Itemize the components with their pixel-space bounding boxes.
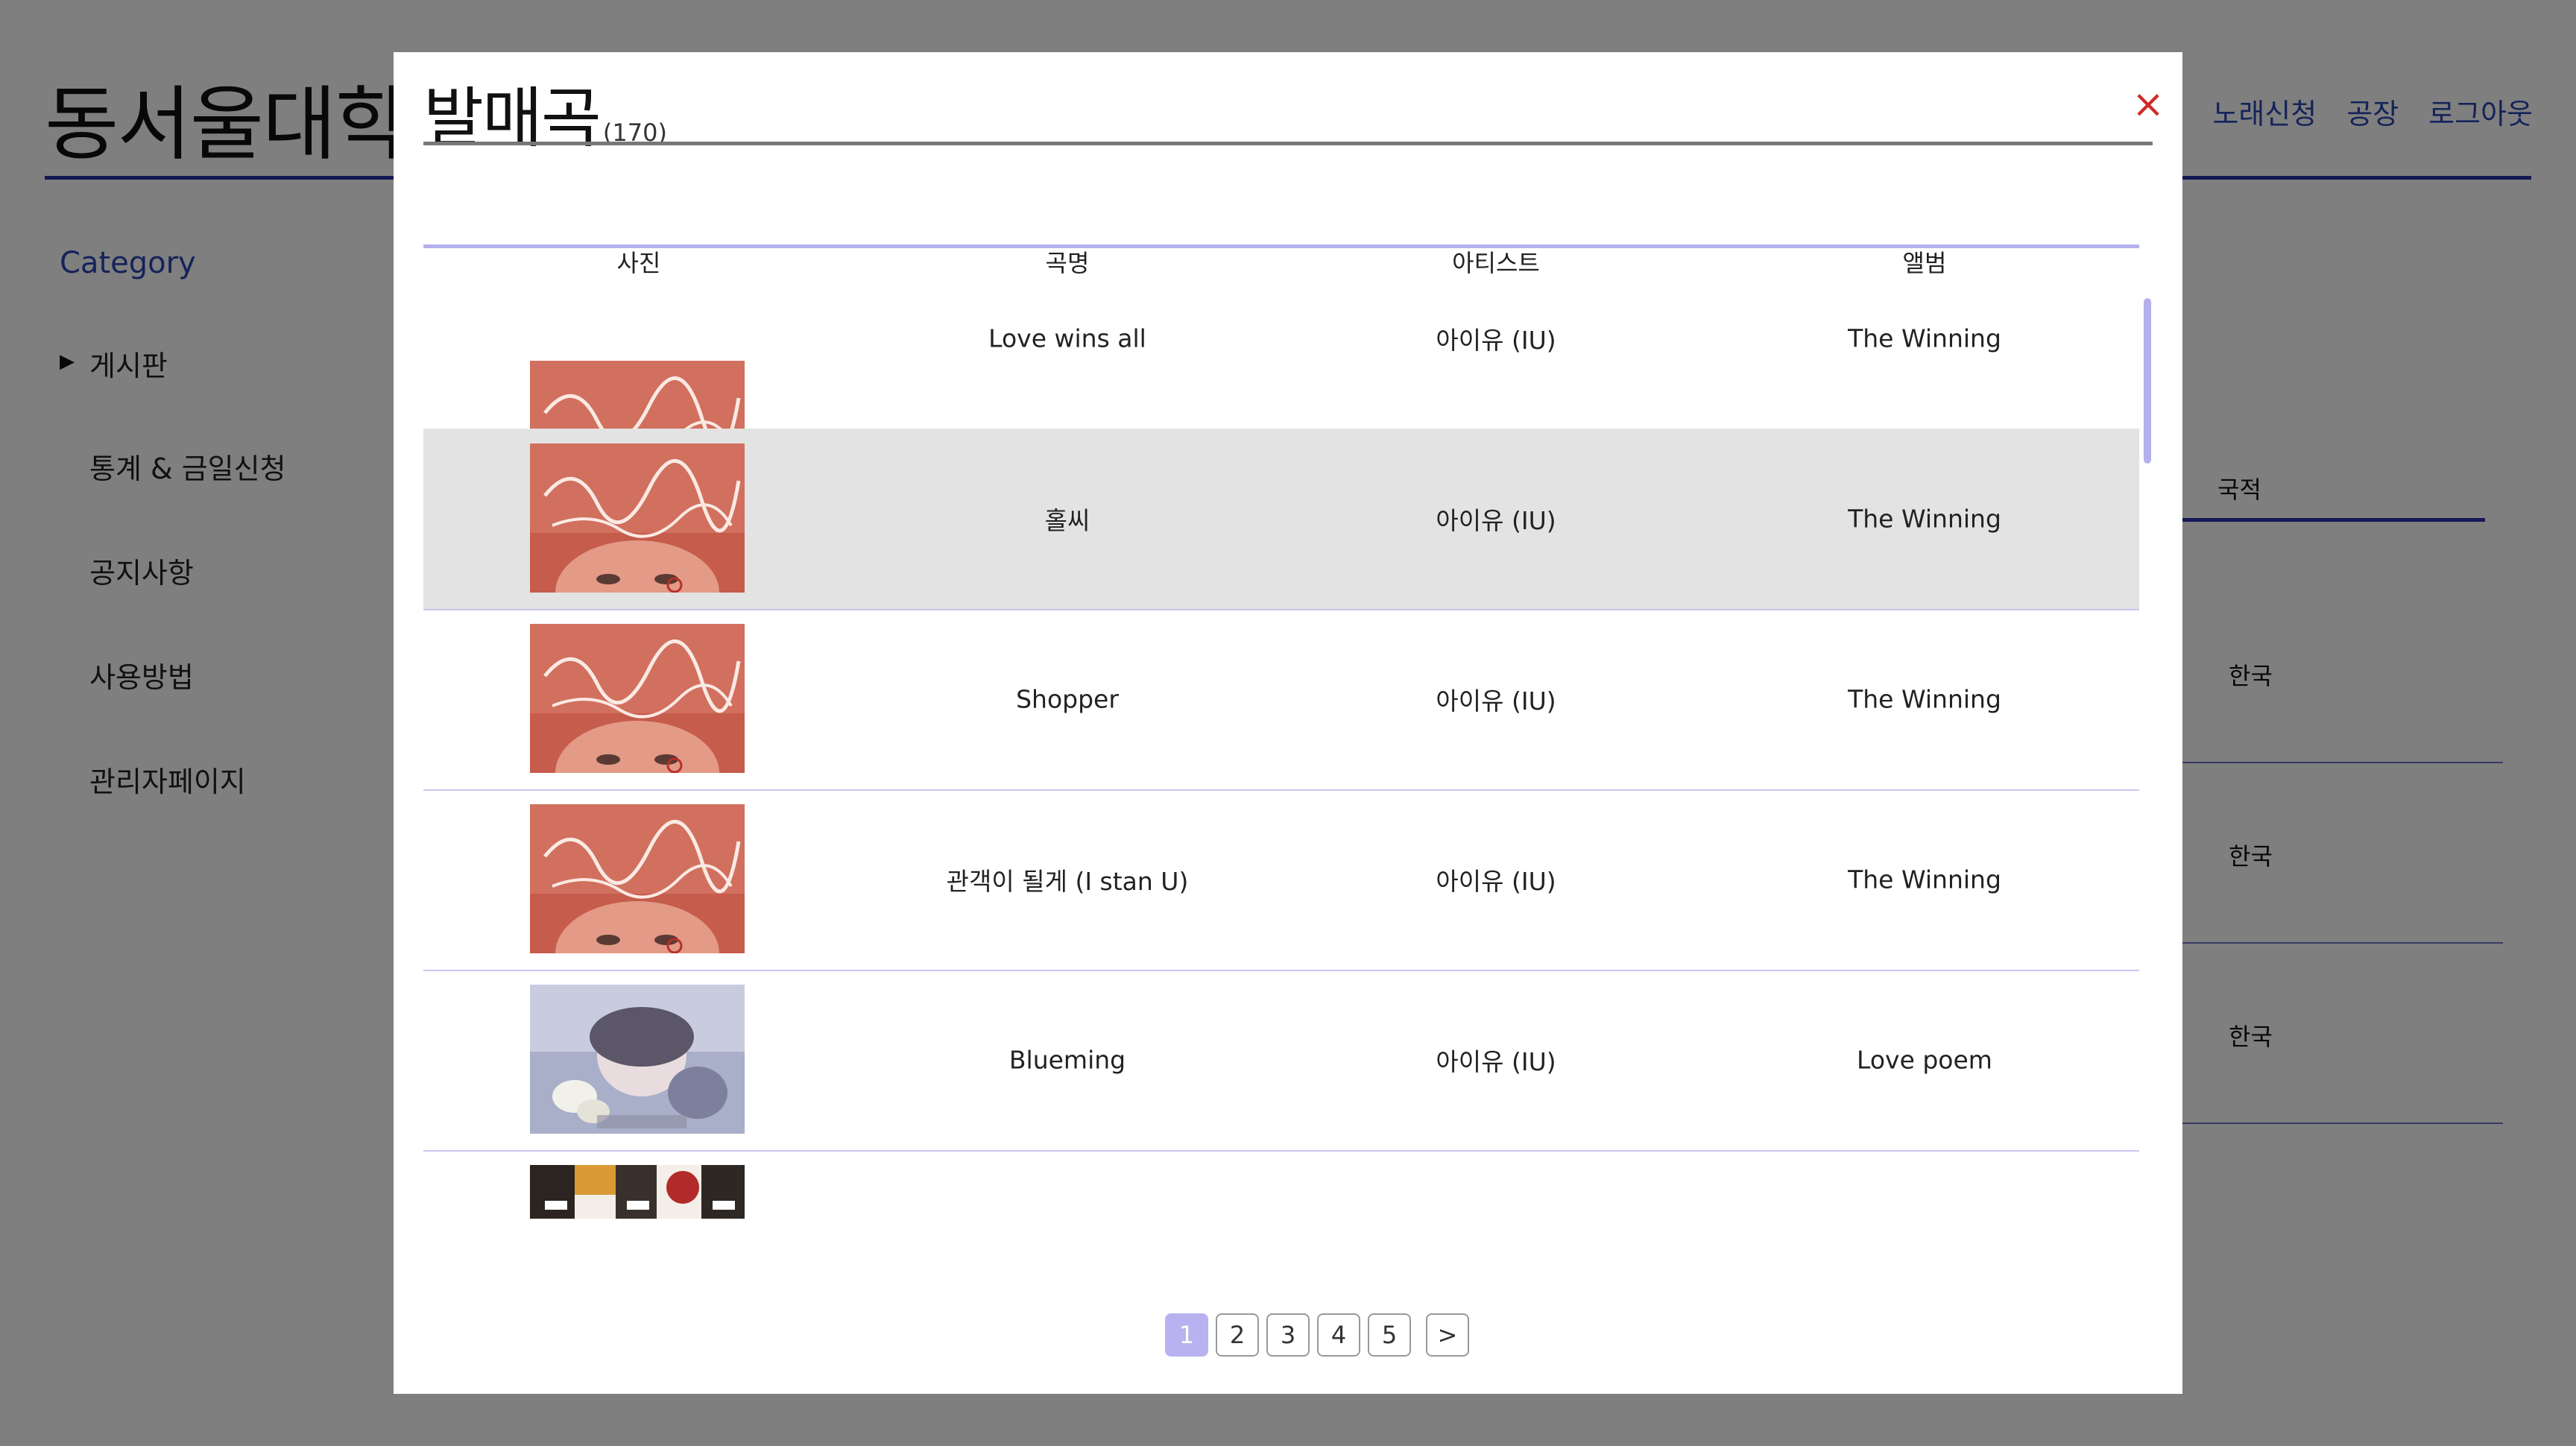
album-cover-group-photo (530, 1165, 745, 1219)
next-page-button[interactable]: > (1426, 1313, 1469, 1357)
page-button-3[interactable]: 3 (1266, 1313, 1310, 1357)
song-album: Love poem (1857, 1045, 1992, 1075)
song-artist: 아이유 (IU) (1436, 686, 1556, 716)
pagination: 1 2 3 4 5 > (1165, 1313, 1469, 1357)
song-title: 홀씨 (1044, 506, 1090, 535)
modal-title: 발매곡 (170) (423, 66, 667, 160)
table-row[interactable]: Love wins all 아이유 (IU) The Winning (423, 248, 2139, 510)
song-album: The Winning (1848, 504, 2001, 534)
page-button-1[interactable]: 1 (1165, 1313, 1208, 1357)
table-row[interactable]: 홀씨 아이유 (IU) The Winning (423, 429, 2139, 610)
song-album: The Winning (1848, 865, 2001, 894)
song-album: The Winning (1848, 323, 2001, 353)
close-button[interactable]: × (2129, 85, 2168, 124)
page-button-4[interactable]: 4 (1317, 1313, 1360, 1357)
song-artist: 아이유 (IU) (1436, 867, 1556, 896)
table-row[interactable]: Shopper 아이유 (IU) The Winning (423, 609, 2139, 791)
released-songs-modal: 발매곡 (170) × 사진 곡명 아티스트 앨범 Love wins all … (394, 52, 2182, 1394)
scrollbar-thumb[interactable] (2144, 298, 2151, 464)
song-title: Love wins all (988, 323, 1146, 353)
song-album: The Winning (1848, 684, 2001, 714)
table-row[interactable] (423, 1150, 2139, 1322)
album-cover-the-winning (530, 443, 745, 593)
album-cover-the-winning (530, 624, 745, 773)
title-divider (423, 142, 2153, 145)
song-title: 관객이 될게 (I stan U) (946, 867, 1189, 896)
page-button-2[interactable]: 2 (1216, 1313, 1259, 1357)
song-table-body: Love wins all 아이유 (IU) The Winning 홀씨 아이… (423, 248, 2139, 1322)
song-artist: 아이유 (IU) (1436, 326, 1556, 355)
table-row[interactable]: Blueming 아이유 (IU) Love poem (423, 970, 2139, 1152)
album-cover-the-winning (530, 804, 745, 953)
song-title: Shopper (1016, 684, 1119, 714)
page-button-5[interactable]: 5 (1368, 1313, 1411, 1357)
song-artist: 아이유 (IU) (1436, 506, 1556, 535)
table-row[interactable]: 관객이 될게 (I stan U) 아이유 (IU) The Winning (423, 789, 2139, 971)
album-cover-love-poem (530, 985, 745, 1134)
song-artist: 아이유 (IU) (1436, 1047, 1556, 1076)
song-title: Blueming (1008, 1045, 1126, 1075)
